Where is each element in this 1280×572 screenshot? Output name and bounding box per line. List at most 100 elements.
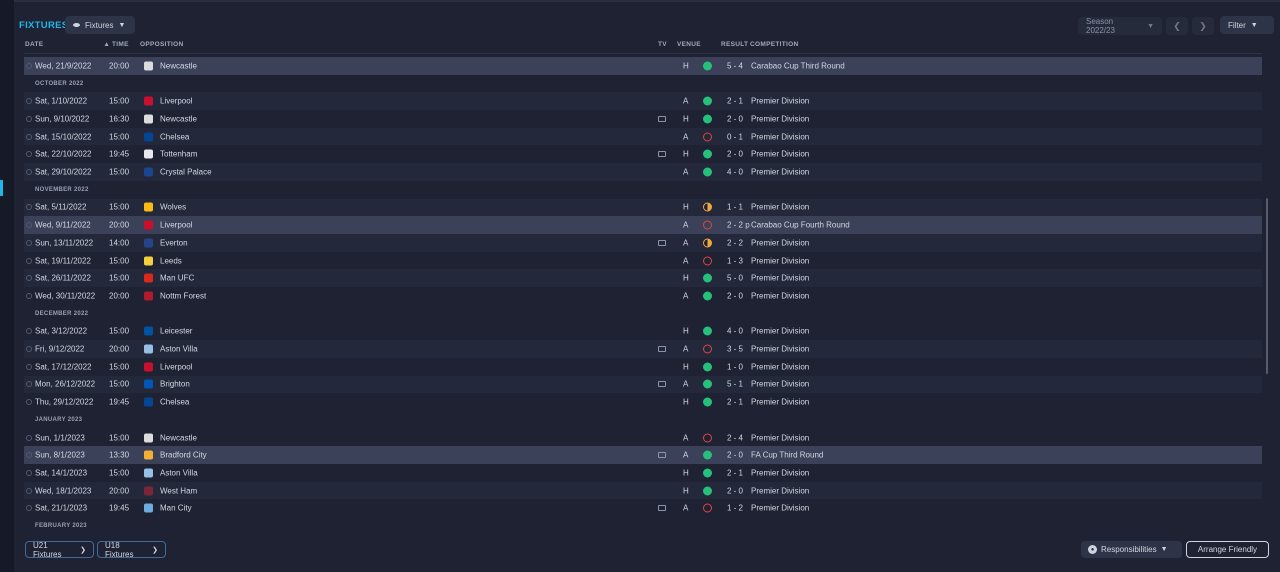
competition-name[interactable]: Premier Division (751, 327, 809, 336)
fixture-row[interactable]: Wed, 9/11/2022 20:00 Liverpool A 2 - 2 p Cara… (24, 216, 1262, 234)
arrange-friendly-button[interactable]: Arrange Friendly (1186, 541, 1269, 558)
opposition-name[interactable]: Tottenham (160, 150, 197, 159)
competition-name[interactable]: Premier Division (751, 238, 809, 247)
opposition-name[interactable]: West Ham (160, 486, 197, 495)
result-score[interactable]: 5 - 1 (727, 380, 743, 389)
competition-name[interactable]: Carabao Cup Third Round (751, 61, 845, 70)
competition-name[interactable]: Premier Division (751, 380, 809, 389)
fixture-row[interactable]: Thu, 29/12/2022 19:45 Chelsea H 2 - 1 Premier… (24, 393, 1262, 411)
previous-season-button[interactable]: ❮ (1166, 17, 1188, 35)
competition-name[interactable]: Premier Division (751, 433, 809, 442)
fixture-row[interactable]: Sat, 14/1/2023 15:00 Aston Villa H 2 - 1 Prem… (24, 464, 1262, 482)
opposition-name[interactable]: Newcastle (160, 433, 197, 442)
column-header-venue[interactable]: VENUE (677, 41, 701, 48)
opposition-name[interactable]: Chelsea (160, 398, 189, 407)
competition-name[interactable]: Premier Division (751, 468, 809, 477)
result-score[interactable]: 2 - 2 (727, 238, 743, 247)
column-header-date[interactable]: DATE ▲ (25, 41, 110, 48)
fixture-row[interactable]: Wed, 30/11/2022 20:00 Nottm Forest A 2 - 0 Pr… (24, 287, 1262, 305)
competition-name[interactable]: Premier Division (751, 256, 809, 265)
fixture-row[interactable]: Sat, 3/12/2022 15:00 Leicester H 4 - 0 Premie… (24, 323, 1262, 341)
competition-name[interactable]: Premier Division (751, 150, 809, 159)
u18-fixtures-button[interactable]: U18 Fixtures ❯ (97, 541, 166, 559)
column-header-competition[interactable]: COMPETITION (750, 41, 798, 48)
view-selector-dropdown[interactable]: Fixtures ▼ (65, 16, 135, 34)
result-score[interactable]: 2 - 0 (727, 486, 743, 495)
fixture-row[interactable]: Sat, 22/10/2022 19:45 Tottenham H 2 - 0 Premi… (24, 146, 1262, 164)
opposition-name[interactable]: Liverpool (160, 221, 192, 230)
result-score[interactable]: 2 - 1 (727, 398, 743, 407)
competition-name[interactable]: Premier Division (751, 398, 809, 407)
result-score[interactable]: 5 - 0 (727, 274, 743, 283)
fixture-row[interactable]: Sat, 17/12/2022 15:00 Liverpool H 1 - 0 Premi… (24, 358, 1262, 376)
fixture-row[interactable]: Sun, 1/1/2023 15:00 Newcastle A 2 - 4 Premier… (24, 429, 1262, 447)
fixture-row[interactable]: Sat, 19/11/2022 15:00 Leeds A 1 - 3 Premier D… (24, 252, 1262, 270)
opposition-name[interactable]: Chelsea (160, 132, 189, 141)
competition-name[interactable]: Carabao Cup Fourth Round (751, 221, 850, 230)
opposition-name[interactable]: Everton (160, 238, 188, 247)
result-score[interactable]: 2 - 2 p (727, 221, 750, 230)
competition-name[interactable]: Premier Division (751, 274, 809, 283)
fixture-row[interactable]: Sat, 15/10/2022 15:00 Chelsea A 0 - 1 Premier… (24, 127, 1262, 146)
result-score[interactable]: 4 - 0 (727, 327, 743, 336)
fixture-row[interactable]: Sat, 21/1/2023 19:45 Man City A 1 - 2 Premier… (24, 500, 1262, 518)
filter-dropdown[interactable]: Filter ▼ (1220, 16, 1274, 34)
opposition-name[interactable]: Newcastle (160, 114, 197, 123)
fixture-row[interactable]: Sat, 29/10/2022 15:00 Crystal Palace A 4 - 0… (24, 163, 1262, 181)
fixture-row[interactable]: Sat, 5/11/2022 15:00 Wolves H 1 - 1 Premier D… (24, 198, 1262, 217)
opposition-name[interactable]: Liverpool (160, 362, 192, 371)
competition-name[interactable]: Premier Division (751, 291, 809, 300)
column-header-time[interactable]: TIME (112, 41, 129, 48)
opposition-name[interactable]: Liverpool (160, 97, 192, 106)
result-score[interactable]: 2 - 1 (727, 97, 743, 106)
table-scrollbar[interactable] (1266, 198, 1268, 374)
competition-name[interactable]: Premier Division (751, 345, 809, 354)
opposition-name[interactable]: Wolves (160, 203, 186, 212)
fixture-row[interactable]: Sun, 13/11/2022 14:00 Everton A 2 - 2 Premier… (24, 234, 1262, 252)
competition-name[interactable]: Premier Division (751, 97, 809, 106)
opposition-name[interactable]: Man City (160, 504, 192, 513)
opposition-name[interactable]: Crystal Palace (160, 168, 212, 177)
opposition-name[interactable]: Aston Villa (160, 468, 198, 477)
fixture-row[interactable]: Fri, 9/12/2022 20:00 Aston Villa A 3 - 5 Prem… (24, 340, 1262, 358)
result-score[interactable]: 5 - 4 (727, 61, 743, 70)
competition-name[interactable]: Premier Division (751, 132, 809, 141)
fixture-row[interactable]: Sat, 26/11/2022 15:00 Man UFC H 5 - 0 Premier… (24, 269, 1262, 288)
result-score[interactable]: 2 - 0 (727, 291, 743, 300)
column-header-tv[interactable]: TV (658, 41, 667, 48)
result-score[interactable]: 0 - 1 (727, 132, 743, 141)
result-score[interactable]: 2 - 4 (727, 433, 743, 442)
opposition-name[interactable]: Newcastle (160, 61, 197, 70)
next-season-button[interactable]: ❯ (1192, 17, 1214, 35)
competition-name[interactable]: Premier Division (751, 168, 809, 177)
fixture-row[interactable]: Mon, 26/12/2022 15:00 Brighton A 5 - 1 Premie… (24, 375, 1262, 394)
fixture-row[interactable]: Wed, 18/1/2023 20:00 West Ham H 2 - 0 Premier… (24, 481, 1262, 500)
result-score[interactable]: 3 - 5 (727, 345, 743, 354)
result-score[interactable]: 1 - 2 (727, 504, 743, 513)
opposition-name[interactable]: Bradford City (160, 451, 207, 460)
result-score[interactable]: 1 - 3 (727, 256, 743, 265)
fixture-row[interactable]: Sun, 8/1/2023 13:30 Bradford City A 2 - 0 FA … (24, 446, 1262, 465)
u21-fixtures-button[interactable]: U21 Fixtures ❯ (25, 541, 94, 559)
competition-name[interactable]: FA Cup Third Round (751, 451, 823, 460)
competition-name[interactable]: Premier Division (751, 504, 809, 513)
opposition-name[interactable]: Nottm Forest (160, 291, 206, 300)
competition-name[interactable]: Premier Division (751, 486, 809, 495)
opposition-name[interactable]: Leeds (160, 256, 182, 265)
result-score[interactable]: 1 - 0 (727, 362, 743, 371)
result-score[interactable]: 1 - 1 (727, 203, 743, 212)
fixture-row[interactable]: Sat, 1/10/2022 15:00 Liverpool A 2 - 1 Premie… (24, 92, 1262, 111)
competition-name[interactable]: Premier Division (751, 114, 809, 123)
competition-name[interactable]: Premier Division (751, 362, 809, 371)
fixture-row[interactable]: Sun, 9/10/2022 16:30 Newcastle H 2 - 0 Premie… (24, 110, 1262, 128)
column-header-result[interactable]: RESULT (721, 41, 748, 48)
responsibilities-dropdown[interactable]: ● Responsibilities ▼ (1081, 541, 1182, 558)
result-score[interactable]: 2 - 0 (727, 451, 743, 460)
opposition-name[interactable]: Leicester (160, 327, 192, 336)
result-score[interactable]: 2 - 0 (727, 114, 743, 123)
column-header-opposition[interactable]: OPPOSITION (140, 41, 183, 48)
opposition-name[interactable]: Aston Villa (160, 345, 198, 354)
opposition-name[interactable]: Man UFC (160, 274, 194, 283)
competition-name[interactable]: Premier Division (751, 203, 809, 212)
result-score[interactable]: 2 - 1 (727, 468, 743, 477)
